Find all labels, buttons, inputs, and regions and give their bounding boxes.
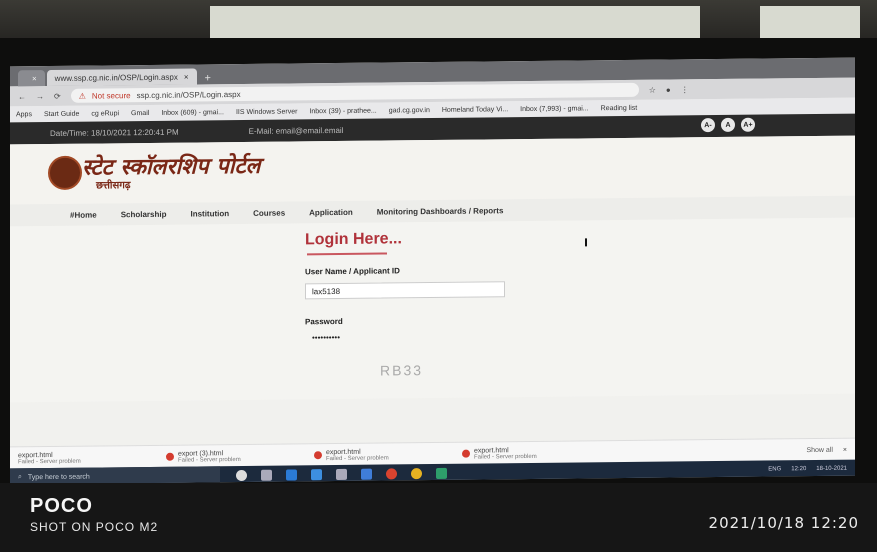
download-item[interactable]: export.html Failed - Server problem: [306, 447, 454, 462]
security-label: Not secure: [91, 90, 131, 101]
bookmark-item[interactable]: cg eRupi: [91, 110, 119, 117]
taskbar-search[interactable]: ⌕ Type here to search: [10, 466, 220, 485]
bookmark-item[interactable]: Inbox (7,993) - gmai...: [520, 105, 588, 113]
site-subtitle: छत्तीसगढ़: [96, 180, 131, 192]
login-heading: Login Here...: [305, 230, 402, 249]
error-icon: [166, 452, 174, 461]
explorer-icon[interactable]: [336, 468, 347, 480]
font-size-controls: A- A A+: [701, 117, 755, 133]
font-decrease-button[interactable]: A-: [701, 118, 715, 133]
download-status: Failed - Server problem: [474, 453, 537, 461]
mail-icon[interactable]: [361, 468, 372, 480]
close-icon[interactable]: ×: [184, 72, 189, 81]
url-text: ssp.cg.nic.in/OSP/Login.aspx: [136, 89, 241, 100]
datetime-text: Date/Time: 18/10/2021 12:20:41 PM: [50, 127, 179, 138]
nav-courses[interactable]: Courses: [253, 208, 285, 217]
screen: × www.ssp.cg.nic.in/OSP/Login.aspx × + ←…: [10, 57, 855, 485]
taskbar-apps: [236, 467, 447, 481]
store-icon[interactable]: [311, 468, 322, 480]
bookmark-item[interactable]: Apps: [16, 111, 32, 118]
new-tab-button[interactable]: +: [199, 72, 217, 84]
bookmark-item[interactable]: Reading list: [601, 104, 638, 111]
tab-label: www.ssp.cg.nic.in/OSP/Login.aspx: [54, 72, 178, 83]
download-item[interactable]: export.html Failed - Server problem: [454, 446, 602, 461]
bookmark-item[interactable]: IIS Windows Server: [236, 108, 297, 116]
profile-icon[interactable]: ●: [666, 85, 671, 94]
heading-underline: [307, 252, 387, 256]
camera-shot-on: SHOT ON POCO M2: [30, 520, 159, 534]
close-icon[interactable]: ×: [32, 74, 37, 83]
camera-brand: POCO: [30, 495, 93, 517]
browser-tab[interactable]: ×: [18, 70, 45, 87]
nav-application[interactable]: Application: [309, 207, 353, 216]
task-view-icon[interactable]: [261, 469, 272, 481]
email-text: E-Mail: email@email.email: [248, 125, 344, 136]
back-icon[interactable]: ←: [18, 92, 26, 101]
chrome-icon[interactable]: [411, 467, 422, 479]
bookmark-item[interactable]: Gmail: [131, 109, 149, 116]
browser-tab-active[interactable]: www.ssp.cg.nic.in/OSP/Login.aspx ×: [46, 68, 197, 87]
login-section: Login Here... User Name / Applicant ID l…: [10, 217, 855, 403]
close-icon[interactable]: ×: [843, 446, 847, 453]
watermark: RB33: [380, 362, 424, 379]
password-input[interactable]: ••••••••••: [305, 327, 505, 346]
search-placeholder: Type here to search: [27, 473, 90, 481]
download-status: Failed - Server problem: [18, 458, 81, 465]
download-status: Failed - Server problem: [178, 456, 241, 464]
show-all-button[interactable]: Show all: [806, 446, 832, 453]
site-banner: स्टेट स्कॉलरशिप पोर्टल छत्तीसगढ़: [10, 135, 855, 205]
reload-icon[interactable]: ⟳: [54, 91, 61, 100]
username-input[interactable]: lax5138: [305, 281, 505, 300]
menu-icon[interactable]: ⋮: [681, 85, 689, 94]
nav-home[interactable]: #Home: [70, 210, 97, 219]
camera-timestamp: 2021/10/18 12:20: [708, 514, 859, 532]
window-pane: [210, 6, 700, 42]
download-item[interactable]: export (3).html Failed - Server problem: [158, 449, 306, 464]
forward-icon[interactable]: →: [36, 92, 44, 101]
font-normal-button[interactable]: A: [721, 117, 735, 132]
error-icon: [314, 451, 322, 460]
bookmark-item[interactable]: Inbox (609) - gmai...: [161, 109, 224, 117]
nav-reports[interactable]: Monitoring Dashboards / Reports: [377, 206, 504, 216]
nav-institution[interactable]: Institution: [190, 209, 229, 218]
bookmark-item[interactable]: Inbox (39) - prathee...: [309, 107, 376, 115]
window-pane: [760, 6, 860, 42]
star-icon[interactable]: ☆: [649, 85, 656, 94]
edge-icon[interactable]: [286, 468, 297, 481]
cortana-icon[interactable]: [236, 469, 247, 481]
username-label: User Name / Applicant ID: [305, 266, 400, 277]
tray-time[interactable]: 12:20: [791, 466, 806, 472]
opera-icon[interactable]: [386, 467, 397, 479]
bookmark-item[interactable]: gad.cg.gov.in: [389, 107, 430, 114]
emblem-logo: [48, 155, 82, 191]
system-tray: ENG 12:20 18-10-2021: [768, 466, 847, 473]
error-icon: [462, 449, 470, 458]
tray-lang[interactable]: ENG: [768, 466, 781, 472]
search-icon: ⌕: [18, 473, 22, 481]
bookmark-item[interactable]: Start Guide: [44, 110, 79, 117]
mouse-cursor: [585, 238, 587, 247]
password-label: Password: [305, 316, 343, 327]
font-increase-button[interactable]: A+: [741, 117, 755, 132]
monitor: × www.ssp.cg.nic.in/OSP/Login.aspx × + ←…: [0, 38, 877, 485]
download-status: Failed - Server problem: [326, 454, 389, 462]
bookmark-item[interactable]: Homeland Today Vi...: [442, 106, 508, 114]
app-icon[interactable]: [436, 467, 447, 479]
warning-icon: ⚠: [78, 91, 86, 101]
tray-date[interactable]: 18-10-2021: [816, 466, 847, 472]
nav-scholarship[interactable]: Scholarship: [121, 209, 167, 218]
download-item[interactable]: export.html Failed - Server problem: [10, 450, 158, 465]
